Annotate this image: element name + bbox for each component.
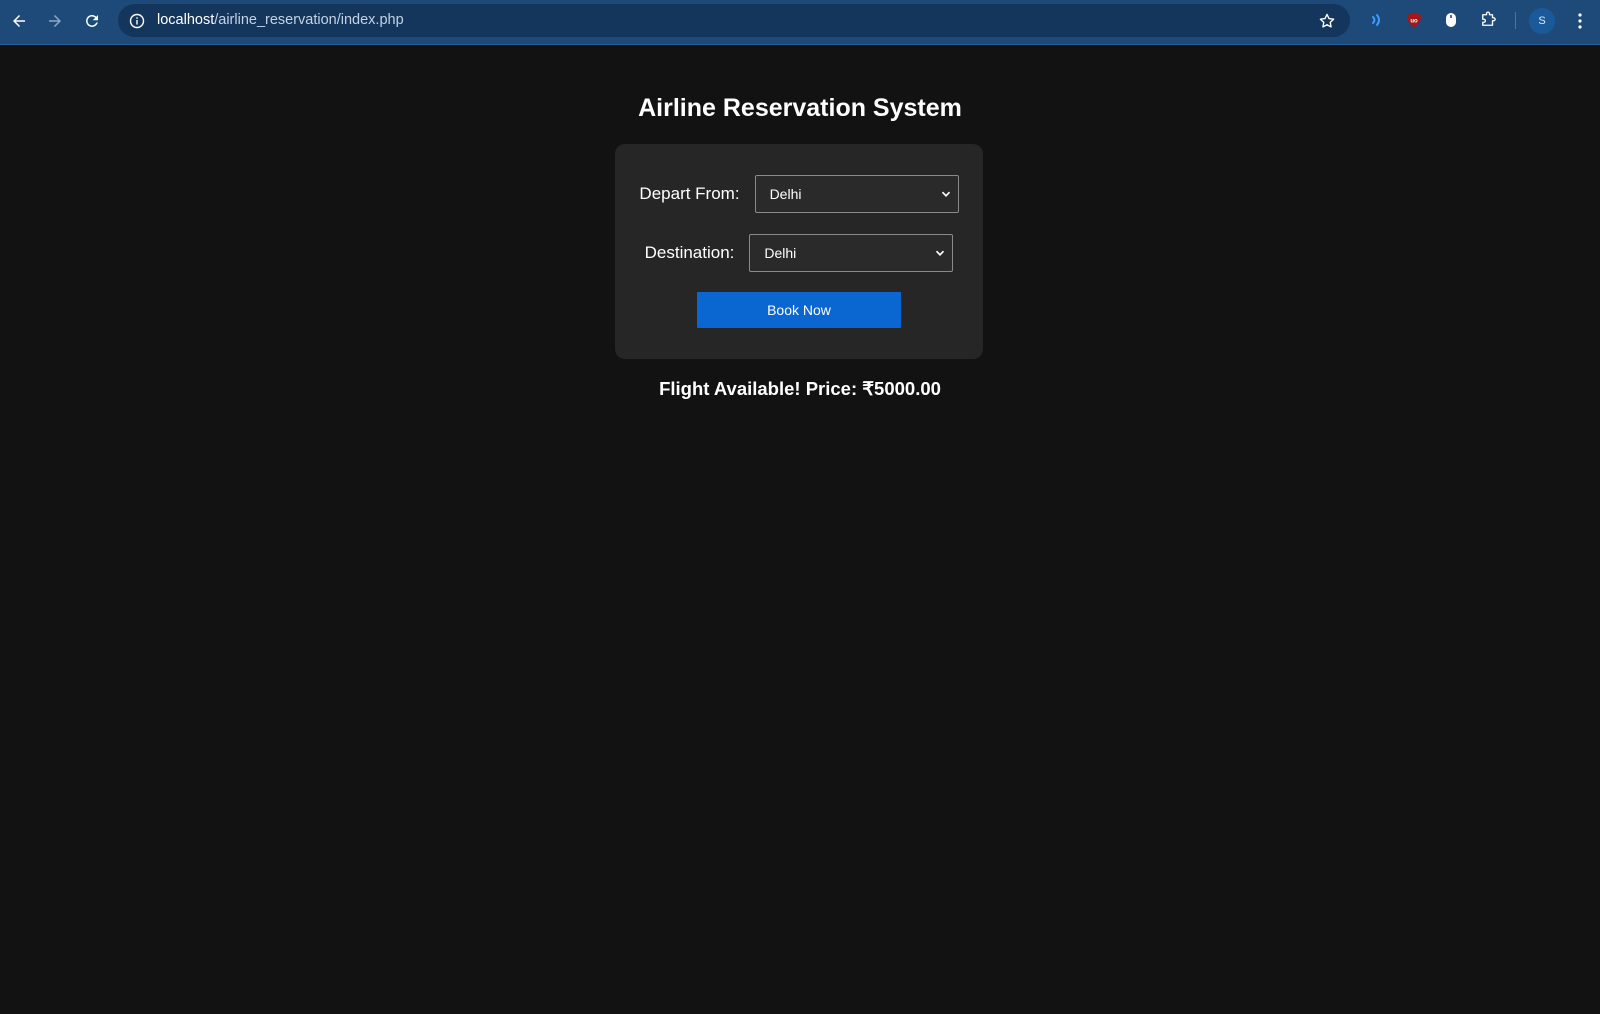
browser-menu-button[interactable] (1569, 8, 1591, 34)
ublock-icon: uo (1407, 12, 1421, 28)
extensions-button[interactable] (1477, 9, 1499, 31)
destination-label: Destination: (644, 243, 735, 262)
browser-toolbar: localhost/airline_reservation/index.php … (0, 0, 1600, 45)
star-icon (1319, 13, 1335, 28)
chevron-down-icon (936, 250, 945, 257)
depart-label: Depart From: (639, 184, 740, 203)
book-now-button[interactable]: Book Now (697, 292, 901, 328)
profile-avatar[interactable]: S (1529, 8, 1555, 34)
back-button[interactable] (6, 8, 32, 34)
ublock-badge-text: uo (1410, 19, 1418, 25)
chevron-down-icon (941, 191, 950, 198)
more-menu-icon (1578, 13, 1582, 29)
forward-button[interactable] (42, 8, 68, 34)
url-path: /airline_reservation/index.php (214, 12, 404, 28)
read-aloud-icon (1372, 14, 1380, 26)
bookmark-button[interactable] (1316, 10, 1338, 32)
back-icon (13, 15, 25, 27)
ublock-extension[interactable]: uo (1403, 9, 1425, 31)
toolbar-divider (1515, 12, 1516, 29)
destination-row: Destination: Delhi (615, 234, 983, 272)
address-bar[interactable]: localhost/airline_reservation/index.php (118, 4, 1350, 37)
reload-icon (86, 14, 98, 27)
depart-row: Depart From: Delhi (615, 175, 983, 213)
mouse-extension[interactable] (1440, 9, 1462, 31)
destination-selected-value: Delhi (764, 245, 797, 261)
depart-select[interactable]: Delhi (754, 175, 959, 213)
booking-form-card: Depart From: Delhi Destination: Delhi Bo… (615, 144, 983, 359)
site-info-button[interactable] (126, 10, 148, 32)
depart-selected-value: Delhi (769, 186, 802, 202)
reload-button[interactable] (79, 8, 105, 34)
mouse-icon (1446, 13, 1456, 27)
forward-icon (49, 15, 61, 27)
read-aloud-extension[interactable] (1366, 9, 1388, 31)
destination-select[interactable]: Delhi (749, 234, 954, 272)
availability-message: Flight Available! Price: ₹5000.00 (659, 378, 941, 399)
url-text[interactable]: localhost/airline_reservation/index.php (157, 12, 404, 28)
site-info-icon (129, 13, 145, 29)
extensions-icon (1482, 11, 1496, 26)
url-host: localhost (157, 12, 215, 28)
page-title: Airline Reservation System (638, 94, 962, 122)
